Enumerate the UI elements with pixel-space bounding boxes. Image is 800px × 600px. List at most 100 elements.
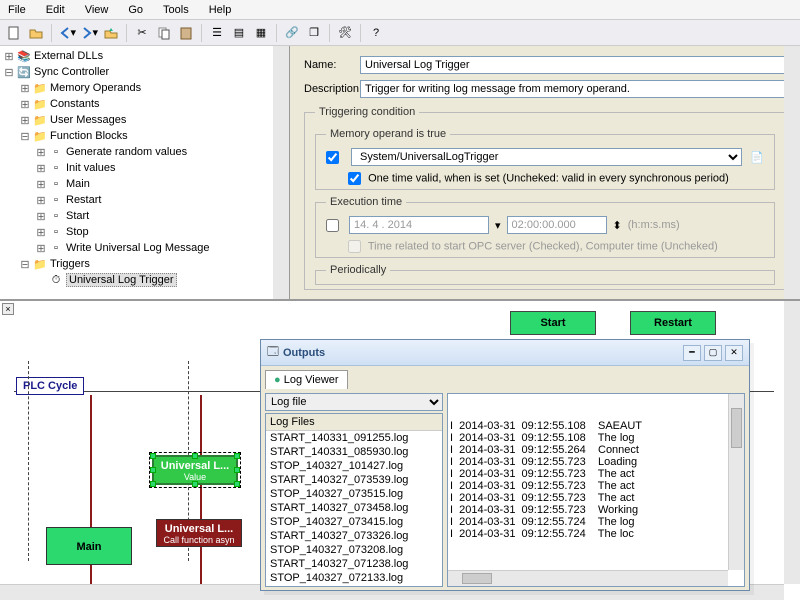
menu-go[interactable]: Go	[124, 2, 147, 17]
tree-fb-item[interactable]: Stop	[66, 226, 89, 238]
menu-edit[interactable]: Edit	[42, 2, 69, 17]
forward-icon[interactable]: ▾	[79, 23, 99, 43]
expand-icon[interactable]: ⊞	[18, 82, 32, 95]
expand-icon[interactable]: ⊞	[2, 50, 16, 63]
expand-icon[interactable]: ⊞	[34, 194, 48, 207]
log-file-item[interactable]: START_140327_073458.log	[266, 501, 442, 515]
log-file-combo[interactable]: Log file	[265, 393, 443, 411]
menu-tools[interactable]: Tools	[159, 2, 193, 17]
log-file-item[interactable]: STOP_140327_072133.log	[266, 571, 442, 585]
back-icon[interactable]: ▾	[57, 23, 77, 43]
log-file-item[interactable]: START_140327_071238.log	[266, 557, 442, 571]
tree-fb-item[interactable]: Write Universal Log Message	[66, 242, 209, 254]
log-file-item[interactable]: STOP_140327_073515.log	[266, 487, 442, 501]
menu-view[interactable]: View	[81, 2, 113, 17]
description-input[interactable]	[360, 80, 786, 98]
log-file-item[interactable]: STOP_140327_073208.log	[266, 543, 442, 557]
outputs-title: Outputs	[283, 347, 680, 359]
log-file-item[interactable]: START_140331_085930.log	[266, 445, 442, 459]
log-file-item[interactable]: START_140327_073539.log	[266, 473, 442, 487]
browse-icon[interactable]: 📄	[750, 151, 764, 164]
dll-icon: 📚	[16, 49, 32, 63]
scrollbar-v[interactable]	[784, 46, 800, 299]
tree-constants[interactable]: Constants	[50, 98, 100, 110]
tree-fb-item[interactable]: Init values	[66, 162, 116, 174]
cut-icon[interactable]: ✂	[132, 23, 152, 43]
tree-user-messages[interactable]: User Messages	[50, 114, 126, 126]
execution-time-legend: Execution time	[326, 196, 406, 208]
expand-icon[interactable]: ⊞	[18, 98, 32, 111]
log-content-view[interactable]: I 2014-03-31 09:12:55.108 SAEAUTI 2014-0…	[447, 393, 745, 587]
window-icon[interactable]: ❐	[304, 23, 324, 43]
maximize-icon[interactable]: ▢	[704, 345, 722, 361]
spinner-icon[interactable]: ⬍	[613, 219, 622, 232]
up-folder-icon[interactable]	[101, 23, 121, 43]
memory-operand-checkbox[interactable]	[326, 151, 339, 164]
scrollbar-v[interactable]	[728, 394, 744, 570]
tree-universal-log-trigger[interactable]: Universal Log Trigger	[66, 273, 177, 287]
scrollbar-v[interactable]	[784, 301, 800, 584]
execution-time-input[interactable]	[507, 216, 607, 234]
detail-view-icon[interactable]: ▤	[229, 23, 249, 43]
restart-button[interactable]: Restart	[630, 311, 716, 335]
open-icon[interactable]	[26, 23, 46, 43]
expand-icon[interactable]: ⊞	[34, 210, 48, 223]
block-universal-log-call[interactable]: Universal L... Call function asyn	[156, 519, 242, 547]
dropdown-icon[interactable]: ▾	[495, 219, 501, 232]
log-line: I 2014-03-31 09:12:55.723 The act	[450, 468, 742, 480]
close-panel-icon[interactable]: ×	[2, 303, 14, 315]
tree-function-blocks[interactable]: Function Blocks	[50, 130, 128, 142]
tree-external-dlls[interactable]: External DLLs	[34, 50, 103, 62]
tree-triggers[interactable]: Triggers	[50, 258, 90, 270]
log-file-item[interactable]: STOP_140327_101427.log	[266, 459, 442, 473]
memory-operand-select[interactable]: System/UniversalLogTrigger	[351, 148, 742, 166]
collapse-icon[interactable]: ⊟	[2, 66, 16, 79]
block-icon: ▫	[48, 161, 64, 175]
log-files-list[interactable]: Log Files START_140331_091255.logSTART_1…	[265, 413, 443, 587]
name-input[interactable]	[360, 56, 786, 74]
log-file-item[interactable]: STOP_140327_073415.log	[266, 515, 442, 529]
expand-icon[interactable]: ⊞	[34, 242, 48, 255]
expand-icon[interactable]: ⊞	[34, 178, 48, 191]
collapse-icon[interactable]: ⊟	[18, 130, 32, 143]
execution-date-input[interactable]	[349, 216, 489, 234]
block-title: Universal L...	[156, 460, 234, 472]
log-file-item[interactable]: START_140331_091255.log	[266, 431, 442, 445]
tree-sync-controller[interactable]: Sync Controller	[34, 66, 109, 78]
folder-icon: 📁	[32, 97, 48, 111]
start-button[interactable]: Start	[510, 311, 596, 335]
one-time-valid-checkbox[interactable]	[348, 172, 361, 185]
menu-help[interactable]: Help	[205, 2, 236, 17]
minimize-icon[interactable]: ━	[683, 345, 701, 361]
scrollbar-v[interactable]	[273, 46, 289, 299]
menu-file[interactable]: File	[4, 2, 30, 17]
execution-time-checkbox[interactable]	[326, 219, 339, 232]
tree-memory-operands[interactable]: Memory Operands	[50, 82, 141, 94]
close-icon[interactable]: ✕	[725, 345, 743, 361]
outputs-window[interactable]: 🗔 Outputs ━ ▢ ✕ ● Log Viewer Log file Lo…	[260, 339, 750, 591]
new-icon[interactable]	[4, 23, 24, 43]
tree-pane[interactable]: ⊞📚External DLLs ⊟🔄Sync Controller ⊞📁Memo…	[0, 46, 290, 299]
log-file-item[interactable]: START_140327_073326.log	[266, 529, 442, 543]
tree-fb-item[interactable]: Start	[66, 210, 89, 222]
help-icon[interactable]: ?	[366, 23, 386, 43]
tree-fb-item[interactable]: Main	[66, 178, 90, 190]
list-view-icon[interactable]: ☰	[207, 23, 227, 43]
scrollbar-h[interactable]	[448, 570, 728, 586]
link-icon[interactable]: 🔗	[282, 23, 302, 43]
block-universal-log-value[interactable]: Universal L... Value	[152, 455, 238, 485]
copy-icon[interactable]	[154, 23, 174, 43]
expand-icon[interactable]: ⊞	[34, 146, 48, 159]
block-main[interactable]: Main	[46, 527, 132, 565]
tab-log-viewer[interactable]: ● Log Viewer	[265, 370, 348, 389]
expand-icon[interactable]: ⊞	[34, 226, 48, 239]
tree-fb-item[interactable]: Restart	[66, 194, 101, 206]
paste-icon[interactable]	[176, 23, 196, 43]
collapse-icon[interactable]: ⊟	[18, 258, 32, 271]
settings-icon[interactable]: 🛠	[335, 23, 355, 43]
tree-fb-item[interactable]: Generate random values	[66, 146, 187, 158]
folder-icon: 📁	[32, 113, 48, 127]
expand-icon[interactable]: ⊞	[18, 114, 32, 127]
grid-view-icon[interactable]: ▦	[251, 23, 271, 43]
expand-icon[interactable]: ⊞	[34, 162, 48, 175]
